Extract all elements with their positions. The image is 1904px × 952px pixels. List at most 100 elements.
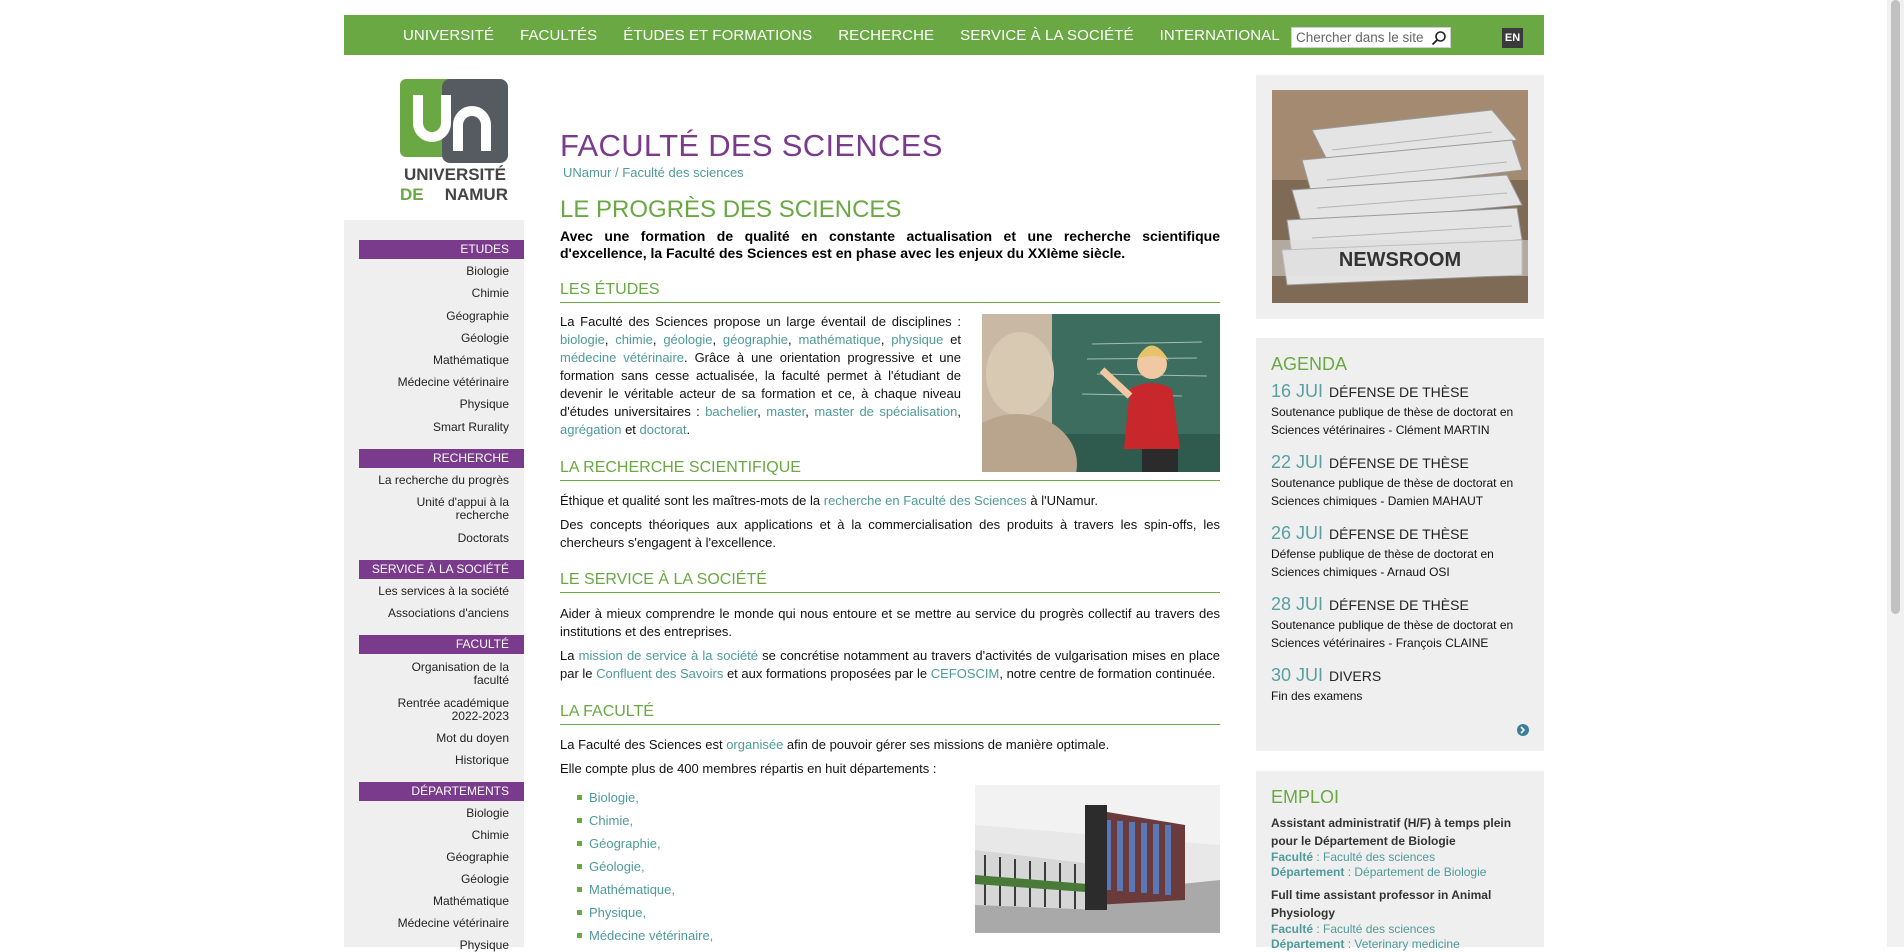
job-faculty: Faculté : Faculté des sciences — [1271, 922, 1531, 937]
job-faculty-label: Faculté — [1271, 922, 1314, 936]
newsroom-box[interactable]: NEWSROOM — [1256, 75, 1544, 319]
dept-link-chimie[interactable]: Chimie, — [589, 813, 633, 828]
sidebar-item-historique[interactable]: Historique — [359, 754, 509, 767]
bullet-icon — [577, 795, 582, 800]
sidebar-item-dep-biologie[interactable]: Biologie — [359, 807, 509, 820]
dept-link-medecine-veterinaire[interactable]: Médecine vétérinaire, — [589, 928, 713, 943]
sidebar-item-dep-medecine-veterinaire[interactable]: Médecine vétérinaire — [359, 917, 509, 930]
nav-etudes-formations[interactable]: ÉTUDES ET FORMATIONS — [623, 27, 812, 44]
link-master-specialisation[interactable]: master de spécialisation — [814, 404, 957, 419]
link-mission-service[interactable]: mission de service à la société — [579, 648, 758, 663]
job-faculty-value: : Faculté des sciences — [1313, 922, 1436, 936]
nav-recherche[interactable]: RECHERCHE — [838, 27, 934, 44]
list-item: Physique, — [577, 901, 713, 924]
bullet-icon — [577, 887, 582, 892]
sidebar-item-mot-doyen[interactable]: Mot du doyen — [359, 732, 509, 745]
list-item: Chimie, — [577, 809, 713, 832]
etudes-text-et: et — [943, 332, 961, 347]
sidebar-item-unite-appui[interactable]: Unité d'appui à la recherche — [399, 496, 509, 522]
sidebar-item-mathematique[interactable]: Mathématique — [359, 354, 509, 367]
dept-link-geologie[interactable]: Géologie, — [589, 859, 645, 874]
search-input[interactable] — [1292, 28, 1434, 47]
sidebar-item-dep-geologie[interactable]: Géologie — [359, 873, 509, 886]
sidebar-item-geographie[interactable]: Géographie — [359, 310, 509, 323]
sidebar-item-biologie[interactable]: Biologie — [359, 265, 509, 278]
vertical-scrollbar[interactable] — [1887, 0, 1904, 947]
agenda-event[interactable]: 16 JUI DÉFENSE DE THÈSE Soutenance publiq… — [1271, 381, 1531, 439]
job-department-label: Département — [1271, 937, 1345, 951]
recherche-text-2: à l'UNamur. — [1026, 493, 1098, 508]
link-organisee[interactable]: organisée — [726, 737, 783, 752]
service-text-3: et aux formations proposées par le — [723, 666, 931, 681]
sidebar-section-faculte[interactable]: FACULTÉ — [359, 635, 524, 654]
agenda-event[interactable]: 28 JUI DÉFENSE DE THÈSE Soutenance publiq… — [1271, 594, 1531, 652]
faculte-text-1: La Faculté des Sciences est — [560, 737, 727, 752]
sidebar-item-services-societe[interactable]: Les services à la société — [359, 585, 509, 598]
link-master[interactable]: master — [766, 404, 805, 419]
link-agregation[interactable]: agrégation — [560, 422, 621, 437]
sidebar-item-doctorats[interactable]: Doctorats — [359, 532, 509, 545]
agenda-box: AGENDA 16 JUI DÉFENSE DE THÈSE Soutenance… — [1256, 338, 1544, 751]
agenda-event[interactable]: 30 JUI DIVERS Fin des examens — [1271, 665, 1531, 705]
sidebar-section-etudes[interactable]: ETUDES — [359, 240, 524, 259]
dept-link-geographie[interactable]: Géographie, — [589, 836, 661, 851]
job-item[interactable]: Full time assistant professor in Animal … — [1271, 886, 1531, 952]
university-logo[interactable]: UNIVERSITÉ DE NAMUR — [398, 77, 512, 205]
link-chimie[interactable]: chimie — [615, 332, 653, 347]
sidebar-item-organisation-faculte[interactable]: Organisation de la faculté — [399, 661, 509, 687]
link-recherche-faculte[interactable]: recherche en Faculté des Sciences — [824, 493, 1027, 508]
event-date: 16 JUI — [1271, 381, 1324, 401]
search-icon[interactable] — [1431, 30, 1447, 46]
scrollbar-thumb[interactable] — [1891, 0, 1900, 614]
link-medecine-veterinaire[interactable]: médecine vétérinaire — [560, 350, 684, 365]
sidebar-item-physique[interactable]: Physique — [359, 398, 509, 411]
sidebar-item-medecine-veterinaire[interactable]: Médecine vétérinaire — [359, 376, 509, 389]
link-doctorat[interactable]: doctorat — [640, 422, 687, 437]
link-bachelier[interactable]: bachelier — [705, 404, 757, 419]
dept-link-biologie[interactable]: Biologie, — [589, 790, 639, 805]
event-date: 30 JUI — [1271, 665, 1324, 685]
sidebar-item-recherche-progres[interactable]: La recherche du progrès — [359, 474, 509, 487]
language-switch-button[interactable]: EN — [1502, 28, 1523, 48]
sidebar-item-dep-physique[interactable]: Physique — [359, 939, 509, 952]
job-title[interactable]: Full time assistant professor in Animal … — [1271, 886, 1531, 922]
sidebar-section-service-societe[interactable]: SERVICE À LA SOCIÉTÉ — [359, 560, 524, 579]
dept-link-physique[interactable]: Physique, — [589, 905, 646, 920]
sidebar-item-dep-chimie[interactable]: Chimie — [359, 829, 509, 842]
event-type: DÉFENSE DE THÈSE — [1329, 597, 1469, 613]
link-confluent-savoirs[interactable]: Confluent des Savoirs — [596, 666, 723, 681]
sidebar-item-associations-anciens[interactable]: Associations d'anciens — [359, 607, 509, 620]
sidebar-item-geologie[interactable]: Géologie — [359, 332, 509, 345]
link-biologie[interactable]: biologie — [560, 332, 605, 347]
arrow-right-circle-icon[interactable] — [1517, 724, 1529, 736]
breadcrumb-current[interactable]: Faculté des sciences — [622, 165, 743, 180]
job-department-label: Département — [1271, 865, 1345, 879]
job-item[interactable]: Assistant administratif (H/F) à temps pl… — [1271, 814, 1531, 880]
link-mathematique[interactable]: mathématique — [798, 332, 880, 347]
link-cefoscim[interactable]: CEFOSCIM — [931, 666, 1000, 681]
sidebar-section-recherche[interactable]: RECHERCHE — [359, 449, 524, 468]
heading-etudes: LES ÉTUDES — [560, 281, 1220, 303]
sidebar-item-rentree-academique[interactable]: Rentrée académique 2022-2023 — [389, 697, 509, 723]
nav-universite[interactable]: UNIVERSITÉ — [403, 27, 494, 44]
heading-service-societe: LE SERVICE À LA SOCIÉTÉ — [560, 571, 1220, 593]
agenda-event[interactable]: 26 JUI DÉFENSE DE THÈSE Défense publique … — [1271, 523, 1531, 581]
job-title[interactable]: Assistant administratif (H/F) à temps pl… — [1271, 814, 1531, 850]
breadcrumb-home[interactable]: UNamur — [563, 165, 611, 180]
nav-international[interactable]: INTERNATIONAL — [1160, 27, 1280, 44]
job-faculty: Faculté : Faculté des sciences — [1271, 850, 1531, 865]
service-text-1: La — [560, 648, 579, 663]
event-type: DÉFENSE DE THÈSE — [1329, 526, 1469, 542]
sidebar-item-chimie[interactable]: Chimie — [359, 287, 509, 300]
nav-service-societe[interactable]: SERVICE À LA SOCIÉTÉ — [960, 27, 1133, 44]
agenda-event[interactable]: 22 JUI DÉFENSE DE THÈSE Soutenance publiq… — [1271, 452, 1531, 510]
link-physique[interactable]: physique — [891, 332, 943, 347]
link-geographie[interactable]: géographie — [723, 332, 788, 347]
nav-facultes[interactable]: FACULTÉS — [520, 27, 597, 44]
link-geologie[interactable]: géologie — [663, 332, 712, 347]
sidebar-section-departements[interactable]: DÉPARTEMENTS — [359, 782, 524, 801]
sidebar-item-smart-rurality[interactable]: Smart Rurality — [359, 421, 509, 434]
sidebar-item-dep-mathematique[interactable]: Mathématique — [359, 895, 509, 908]
sidebar-item-dep-geographie[interactable]: Géographie — [359, 851, 509, 864]
dept-link-mathematique[interactable]: Mathématique, — [589, 882, 675, 897]
